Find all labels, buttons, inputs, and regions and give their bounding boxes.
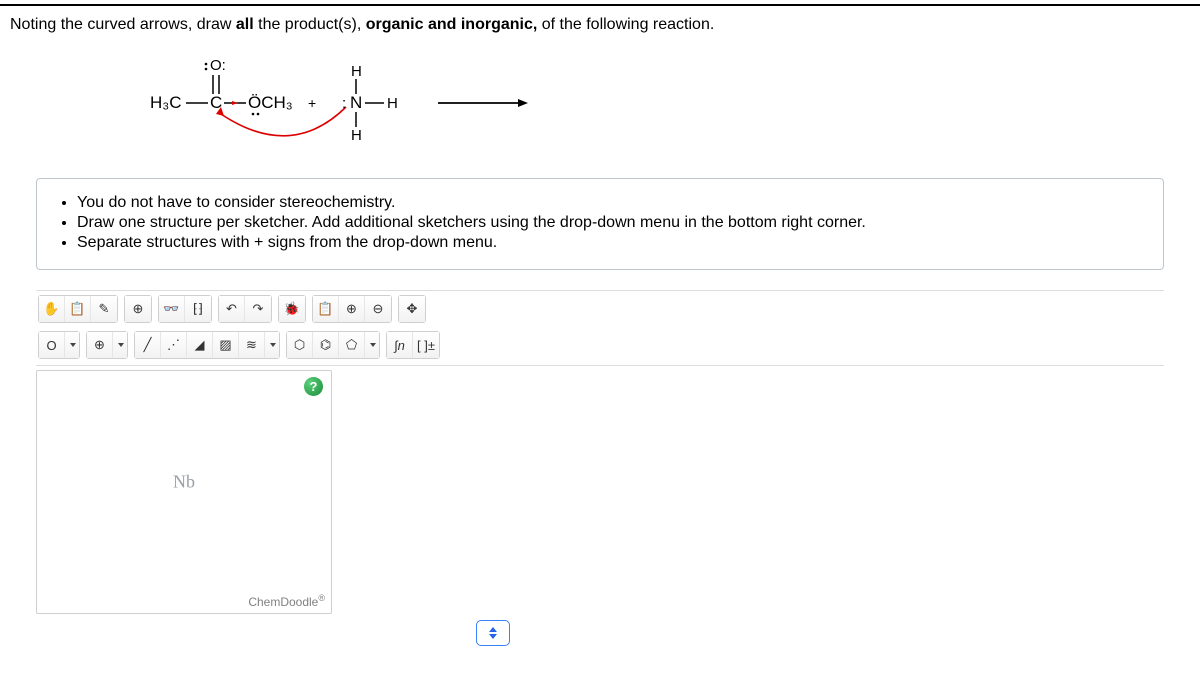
center-button[interactable]: ⊕ [125, 296, 151, 322]
zoom-out-icon: ⊖ [373, 301, 384, 317]
question-text: Noting the curved arrows, draw all the p… [0, 12, 1200, 44]
benzene-icon: ⌬ [320, 337, 331, 353]
brackets-button[interactable]: ⁅⁆ [185, 296, 211, 322]
single-bond-button[interactable]: ╱ [135, 332, 161, 358]
wedge-down-button[interactable]: ▨ [213, 332, 239, 358]
paste-button[interactable]: 📋 [313, 296, 339, 322]
pentagon-button[interactable]: ⬠ [339, 332, 365, 358]
brackets-icon: ⁅⁆ [193, 301, 203, 317]
undo-icon: ↶ [226, 301, 237, 317]
reaction-svg: H₃C C O: ÖCH₃ + N : H H H [40, 52, 560, 154]
instruction-item: Draw one structure per sketcher. Add add… [77, 213, 1145, 233]
zoom-in-icon: ⊕ [346, 301, 357, 317]
instruction-item: Separate structures with + signs from th… [77, 233, 1145, 253]
crosshair-icon: ⊕ [133, 301, 144, 317]
clean-button[interactable]: ✥ [399, 296, 425, 322]
hand-icon: ✋ [43, 301, 59, 317]
wedge-down-icon: ▨ [219, 337, 231, 353]
r2-h-top: H [351, 63, 362, 80]
triple-bond-button[interactable]: ≋ [239, 332, 265, 358]
brand-text: ChemDoodle [248, 595, 318, 609]
q-bold2: organic and inorganic, [366, 16, 538, 33]
add-sketcher-stepper[interactable] [476, 620, 510, 646]
curve-icon: ∫n [394, 338, 405, 353]
reaction-diagram: H₃C C O: ÖCH₃ + N : H H H [0, 44, 1200, 162]
charge-dropdown[interactable] [113, 332, 127, 358]
q-prefix: Noting the curved arrows, draw [10, 16, 236, 33]
undo-button[interactable]: ↶ [219, 296, 245, 322]
hand-tool-button[interactable]: ✋ [39, 296, 65, 322]
copy-button[interactable]: 📋 [65, 296, 91, 322]
charge-icon: ⊕ [94, 337, 105, 353]
clean-icon: ✥ [407, 301, 418, 317]
brand-mark: ® [318, 593, 325, 603]
copy-icon: 📋 [69, 301, 85, 317]
atom-label: O [46, 338, 56, 353]
hexagon-button[interactable]: ⬡ [287, 332, 313, 358]
clear-icon: ✎ [99, 301, 110, 317]
dotted-bond-icon: ⋰ [167, 337, 180, 353]
r2-h-right: H [387, 95, 398, 112]
glasses-icon: 👓 [163, 301, 179, 317]
wedge-up-icon: ◢ [195, 337, 205, 353]
hexagon-icon: ⬡ [294, 337, 305, 353]
bond-dropdown[interactable] [265, 332, 279, 358]
single-bond-icon: ╱ [144, 337, 152, 353]
pentagon-icon: ⬠ [346, 337, 357, 353]
bug-icon: 🐞 [284, 301, 300, 317]
bracket-icon: [ ]± [417, 338, 435, 353]
instructions-box: You do not have to consider stereochemis… [36, 178, 1164, 270]
q-bold1: all [236, 16, 254, 33]
ring-dropdown[interactable] [365, 332, 379, 358]
paste-icon: 📋 [317, 301, 333, 317]
toolbar: ✋ 📋 ✎ ⊕ 👓 ⁅⁆ ↶ ↷ 🐞 📋 ⊕ ⊖ ✥ O [36, 290, 1164, 366]
stepper-icon [487, 626, 499, 640]
charge-bracket-button[interactable]: [ ]± [413, 332, 439, 358]
triple-bond-icon: ≋ [246, 337, 257, 353]
redo-button[interactable]: ↷ [245, 296, 271, 322]
clear-button[interactable]: ✎ [91, 296, 117, 322]
atom-dropdown[interactable] [65, 332, 79, 358]
q-mid: the product(s), [254, 16, 366, 33]
zoom-out-button[interactable]: ⊖ [365, 296, 391, 322]
dotted-bond-button[interactable]: ⋰ [161, 332, 187, 358]
wedge-up-button[interactable]: ◢ [187, 332, 213, 358]
r2-lp: : [342, 95, 346, 112]
r1-h3c: H₃C [150, 93, 181, 112]
redo-icon: ↷ [253, 301, 264, 317]
q-suffix: of the following reaction. [537, 16, 714, 33]
canvas-help-button[interactable]: ? [304, 377, 323, 396]
curve-arrow-button[interactable]: ∫n [387, 332, 413, 358]
r2-h-bottom: H [351, 127, 362, 144]
charge-button[interactable]: ⊕ [87, 332, 113, 358]
help-icon: ? [310, 379, 318, 394]
view-button[interactable]: 👓 [159, 296, 185, 322]
r1-o: O: [210, 57, 226, 74]
canvas-placeholder: Nb [173, 472, 195, 493]
sketcher: ✋ 📋 ✎ ⊕ 👓 ⁅⁆ ↶ ↷ 🐞 📋 ⊕ ⊖ ✥ O [36, 290, 1164, 656]
benzene-button[interactable]: ⌬ [313, 332, 339, 358]
r2-n: N [350, 93, 362, 112]
atom-button[interactable]: O [39, 332, 65, 358]
bug-button[interactable]: 🐞 [279, 296, 305, 322]
plus-sign: + [308, 95, 316, 111]
chemdoodle-brand: ChemDoodle® [248, 593, 325, 609]
zoom-in-button[interactable]: ⊕ [339, 296, 365, 322]
r1-och3: ÖCH₃ [248, 93, 293, 112]
drawing-canvas[interactable]: ? Nb ChemDoodle® [36, 370, 332, 614]
instruction-item: You do not have to consider stereochemis… [77, 193, 1145, 213]
